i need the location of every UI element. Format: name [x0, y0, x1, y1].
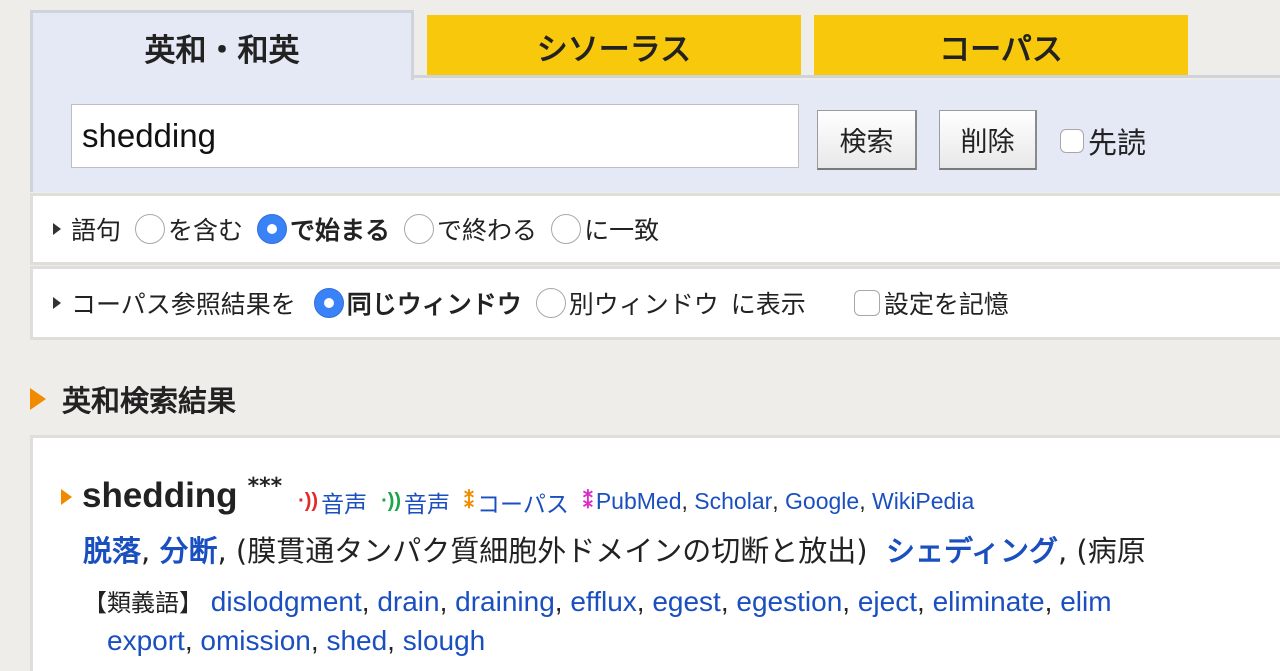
corpus-link[interactable]: ⁑ コーパス — [464, 485, 569, 519]
scholar-link[interactable]: Scholar — [694, 488, 772, 515]
option-contains[interactable]: を含む — [135, 211, 243, 247]
synonym-link[interactable]: elim — [1060, 586, 1111, 617]
page: 英和・和英 シソーラス コーパス 検索 削除 先読 語句 を含む で始まる で終… — [0, 0, 1280, 671]
radio-same-window[interactable] — [313, 288, 344, 318]
remember-settings-option[interactable]: 設定を記憶 — [853, 285, 1009, 321]
speaker-green-icon: ·)) — [381, 490, 402, 512]
radio-contains[interactable] — [135, 214, 166, 244]
corpus-options-label: コーパス参照結果を — [71, 290, 296, 319]
corpus-options-row: コーパス参照結果を 同じウィンドウ 別ウィンドウ に表示 設定を記憶 — [30, 266, 1280, 340]
entry-header: shedding *** ·)) 音声 ·)) 音声 ⁑ コーパス ⁑ PubM… — [61, 474, 974, 519]
meaning-note-2: (病原 — [1076, 534, 1146, 568]
search-button[interactable]: 検索 — [817, 110, 917, 170]
synonym-link[interactable]: eliminate — [933, 586, 1045, 617]
option-contains-label: を含む — [168, 216, 244, 245]
clear-button[interactable]: 削除 — [939, 110, 1037, 170]
option-starts-with[interactable]: で始まる — [257, 211, 390, 247]
entry-headword: shedding — [82, 476, 238, 515]
wikipedia-link[interactable]: WikiPedia — [872, 488, 974, 515]
corpus-options-suffix: に表示 — [730, 290, 806, 319]
pubmed-icon: ⁑ — [582, 491, 593, 513]
expand-triangle-icon[interactable] — [53, 223, 61, 235]
entry-level-stars: *** — [247, 474, 283, 499]
pubmed-link[interactable]: ⁑ PubMed , Scholar , Google , WikiPedia — [583, 488, 974, 515]
search-panel: 検索 削除 先読 — [30, 80, 1280, 192]
synonym-link[interactable]: egestion — [736, 586, 842, 617]
synonym-link[interactable]: export — [107, 625, 185, 656]
separator: , — [1057, 534, 1077, 568]
synonym-link[interactable]: omission — [200, 625, 310, 656]
option-new-window[interactable]: 別ウィンドウ — [535, 285, 719, 321]
separator: , — [141, 534, 160, 568]
option-exact-match[interactable]: に一致 — [551, 211, 659, 247]
tab-eiwa-waei[interactable]: 英和・和英 — [30, 10, 414, 82]
option-same-window[interactable]: 同じウィンドウ — [313, 285, 522, 321]
results-section-title: 英和検索結果 — [62, 384, 237, 418]
entry-meaning: 脱落, 分断, (膜貫通タンパク質細胞外ドメインの切断と放出) シェディング, … — [83, 528, 1146, 570]
prefetch-label: 先読 — [1088, 126, 1147, 160]
search-input[interactable] — [71, 104, 799, 168]
separator: , — [859, 488, 872, 514]
results-box: shedding *** ·)) 音声 ·)) 音声 ⁑ コーパス ⁑ PubM… — [30, 435, 1280, 671]
meaning-term-1[interactable]: 脱落 — [83, 534, 141, 568]
meaning-term-2[interactable]: 分断 — [159, 534, 217, 568]
prefetch-checkbox[interactable] — [1060, 129, 1084, 153]
separator: , — [772, 488, 786, 514]
prefetch-option[interactable]: 先読 — [1060, 120, 1146, 162]
phrase-options-row: 語句 を含む で始まる で終わる に一致 — [30, 193, 1280, 265]
meaning-note: (膜貫通タンパク質細胞外ドメインの切断と放出) — [235, 534, 868, 568]
synonym-link[interactable]: shed — [326, 625, 387, 656]
pubmed-link-label[interactable]: PubMed — [596, 488, 682, 515]
corpus-icon: ⁑ — [464, 491, 475, 513]
synonym-link[interactable]: slough — [403, 625, 486, 656]
radio-new-window[interactable] — [535, 288, 566, 318]
synonyms-line-2: export, omission, shed, slough — [107, 625, 486, 656]
option-exact-match-label: に一致 — [584, 216, 660, 245]
radio-ends-with[interactable] — [404, 214, 435, 244]
audio-link-1-label[interactable]: 音声 — [321, 485, 367, 519]
radio-exact-match[interactable] — [551, 214, 582, 244]
tab-bar: 英和・和英 シソーラス コーパス — [30, 10, 1280, 82]
synonym-link[interactable]: efflux — [570, 586, 636, 617]
synonym-link[interactable]: dislodgment — [211, 586, 362, 617]
synonyms-line-1: 【類義語】 dislodgment, drain, draining, effl… — [83, 586, 1112, 617]
audio-link-2[interactable]: ·)) 音声 — [381, 485, 450, 519]
synonym-link[interactable]: eject — [858, 586, 917, 617]
synonym-label: 【類義語】 — [83, 589, 203, 617]
synonym-link[interactable]: egest — [652, 586, 721, 617]
entry-triangle-icon — [61, 489, 72, 506]
audio-link-1[interactable]: ·)) 音声 — [298, 485, 367, 519]
audio-link-2-label[interactable]: 音声 — [404, 485, 450, 519]
tab-divider — [412, 75, 1280, 78]
expand-triangle-icon[interactable] — [53, 297, 61, 309]
meaning-term-3[interactable]: シェディング — [886, 534, 1058, 568]
tab-corpus[interactable]: コーパス — [814, 15, 1188, 77]
option-new-window-label: 別ウィンドウ — [568, 290, 719, 319]
entry-links: ·)) 音声 ·)) 音声 ⁑ コーパス ⁑ PubMed , Scholar … — [298, 485, 974, 519]
entry-synonyms: 【類義語】 dislodgment, drain, draining, effl… — [83, 583, 1112, 660]
results-section-header: 英和検索結果 — [30, 378, 236, 420]
synonym-link[interactable]: draining — [455, 586, 555, 617]
phrase-options-label: 語句 — [71, 216, 122, 245]
option-starts-with-label: で始まる — [290, 216, 391, 245]
synonym-link[interactable]: drain — [377, 586, 439, 617]
remember-settings-label: 設定を記憶 — [883, 290, 1009, 319]
option-ends-with-label: で終わる — [437, 216, 538, 245]
separator: , — [217, 534, 236, 568]
option-ends-with[interactable]: で終わる — [404, 211, 537, 247]
speaker-red-icon: ·)) — [298, 490, 319, 512]
separator: , — [681, 488, 695, 514]
google-link[interactable]: Google — [785, 488, 859, 515]
tab-thesaurus[interactable]: シソーラス — [427, 15, 801, 77]
section-triangle-icon — [30, 388, 46, 410]
option-same-window-label: 同じウィンドウ — [346, 290, 522, 319]
radio-starts-with[interactable] — [257, 214, 288, 244]
remember-settings-checkbox[interactable] — [853, 290, 880, 316]
corpus-link-label[interactable]: コーパス — [477, 485, 569, 519]
